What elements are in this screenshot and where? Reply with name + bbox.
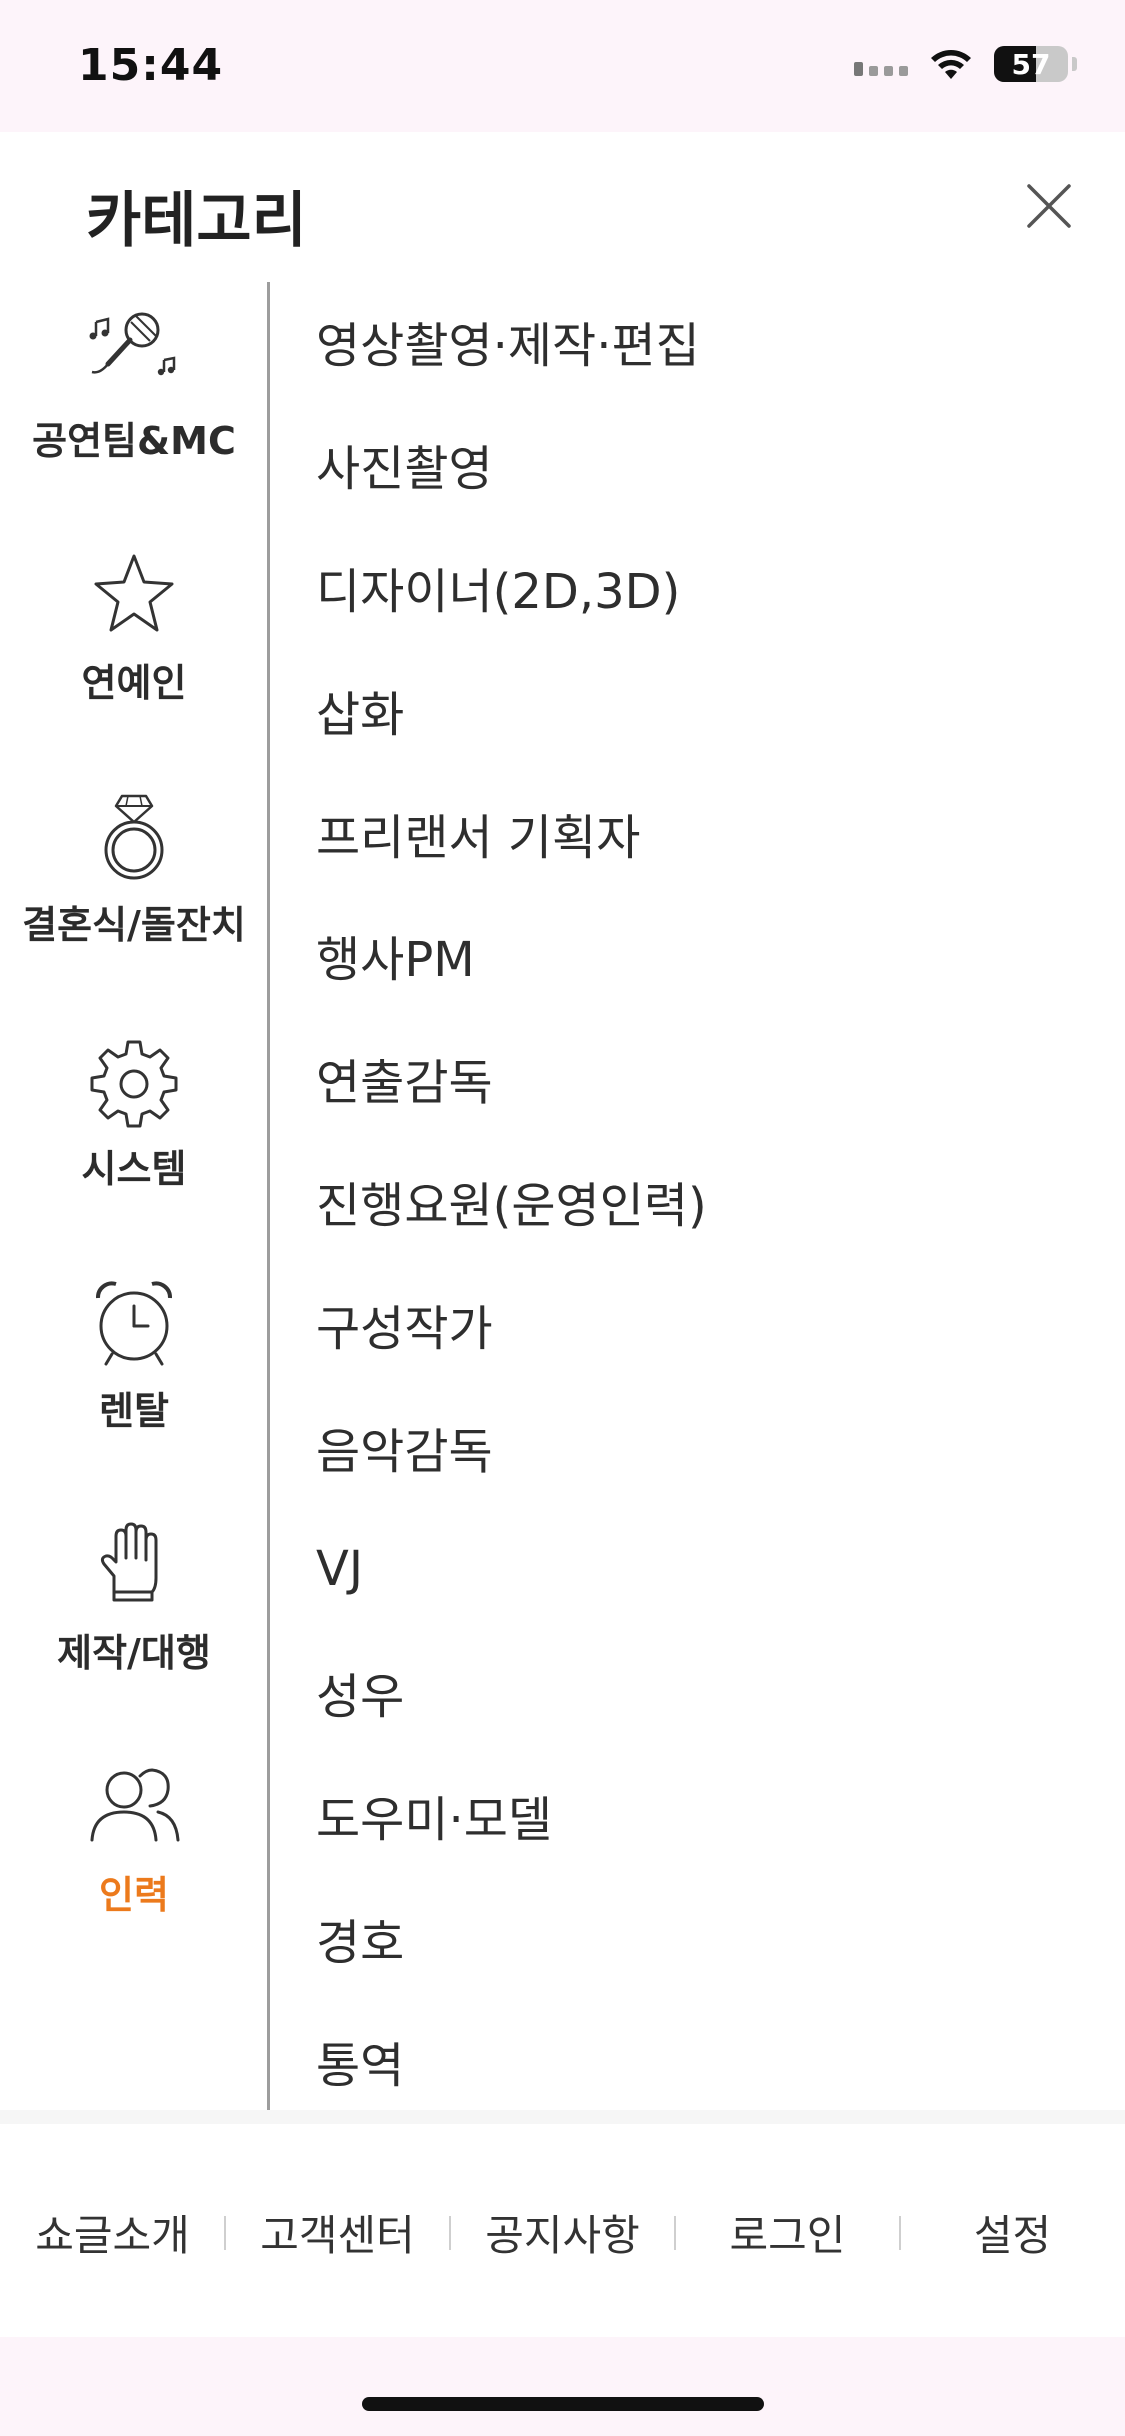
list-item[interactable]: VJ [316, 1508, 1096, 1631]
wifi-icon [931, 50, 971, 79]
list-item[interactable]: 행사PM [316, 894, 1096, 1017]
nav-item-label: 제작/대행 [57, 1631, 211, 1675]
nav-item-celebrity[interactable]: 연예인 [0, 524, 268, 766]
status-time: 15:44 [78, 40, 224, 91]
page-title: 카테고리 [86, 186, 307, 256]
footer-gap [0, 2110, 1125, 2124]
status-bar: 15:44 57 [0, 0, 1125, 132]
signal-icon [854, 52, 908, 76]
footer-link-support[interactable]: 고객센터 [225, 2202, 450, 2263]
subcategory-list: 영상촬영·제작·편집 사진촬영 디자이너(2D,3D) 삽화 프리랜서 기획자 … [316, 280, 1096, 2122]
nav-item-performance-mc[interactable]: 공연팀&MC [0, 282, 268, 524]
battery-cap [1072, 57, 1077, 71]
nav-item-label: 연예인 [81, 661, 187, 705]
category-nav: 공연팀&MC 연예인 결혼식/돌잔치 시스템 렌탈 제작/대행 인력 [0, 282, 268, 2112]
nav-item-label: 인력 [99, 1873, 169, 1917]
nav-item-label: 결혼식/돌잔치 [22, 903, 246, 947]
people-icon [90, 1768, 180, 1842]
list-item[interactable]: 사진촬영 [316, 403, 1096, 526]
footer-link-settings[interactable]: 설정 [900, 2202, 1125, 2263]
list-item[interactable]: 성우 [316, 1631, 1096, 1754]
list-item[interactable]: 삽화 [316, 648, 1096, 771]
list-item[interactable]: 통역 [316, 1999, 1096, 2122]
alarm-clock-icon [96, 1281, 172, 1366]
home-indicator[interactable] [362, 2397, 764, 2411]
list-item[interactable]: 진행요원(운영인력) [316, 1140, 1096, 1263]
list-item[interactable]: 영상촬영·제작·편집 [316, 280, 1096, 403]
footer-link-login[interactable]: 로그인 [675, 2202, 900, 2263]
list-item[interactable]: 디자이너(2D,3D) [316, 526, 1096, 649]
nav-item-wedding[interactable]: 결혼식/돌잔치 [0, 766, 268, 1008]
list-item[interactable]: 구성작가 [316, 1262, 1096, 1385]
status-icons: 57 [854, 46, 1077, 82]
microphone-music-icon [89, 312, 176, 376]
nav-item-system[interactable]: 시스템 [0, 1010, 268, 1252]
list-item[interactable]: 음악감독 [316, 1385, 1096, 1508]
nav-item-label: 렌탈 [99, 1389, 169, 1433]
nav-item-label: 시스템 [81, 1147, 187, 1191]
nav-item-label: 공연팀&MC [32, 419, 236, 463]
ring-icon [104, 794, 164, 880]
list-item[interactable]: 프리랜서 기획자 [316, 771, 1096, 894]
battery-icon: 57 [994, 46, 1068, 82]
nav-item-production[interactable]: 제작/대행 [0, 1494, 268, 1736]
home-area [0, 2337, 1125, 2436]
nav-divider [267, 282, 270, 2112]
battery-level: 57 [1011, 47, 1051, 81]
gear-icon [90, 1040, 178, 1128]
list-item[interactable]: 연출감독 [316, 1017, 1096, 1140]
footer-link-about[interactable]: 쇼글소개 [0, 2202, 225, 2263]
star-icon [94, 554, 174, 632]
footer-links: 쇼글소개 고객센터 공지사항 로그인 설정 [0, 2202, 1125, 2263]
list-item[interactable]: 도우미·모델 [316, 1754, 1096, 1877]
nav-item-manpower[interactable]: 인력 [0, 1736, 268, 1978]
glove-hand-icon [100, 1522, 158, 1602]
close-icon[interactable] [1019, 176, 1079, 236]
nav-item-rental[interactable]: 렌탈 [0, 1252, 268, 1494]
list-item[interactable]: 경호 [316, 1876, 1096, 1999]
footer-link-notice[interactable]: 공지사항 [450, 2202, 675, 2263]
footer: 쇼글소개 고객센터 공지사항 로그인 설정 [0, 2124, 1125, 2336]
